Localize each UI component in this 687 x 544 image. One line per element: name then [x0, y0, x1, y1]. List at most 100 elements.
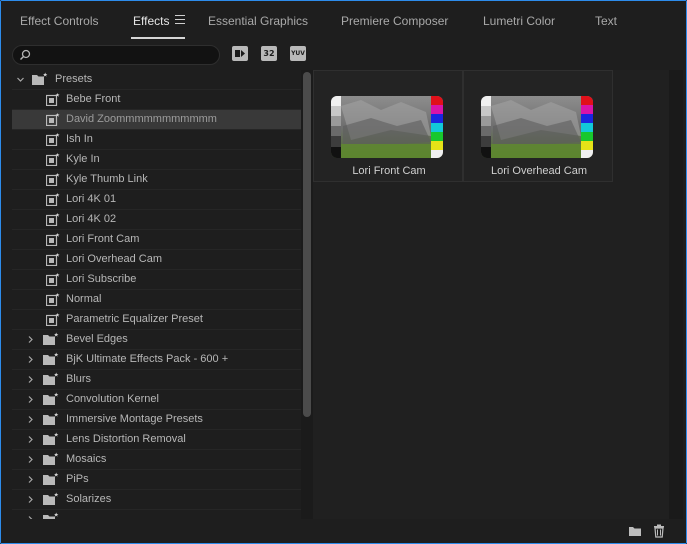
tree-folder-item[interactable]	[12, 510, 301, 519]
tree-preset-item[interactable]: Kyle Thumb Link	[12, 170, 301, 190]
tree-preset-label: Parametric Equalizer Preset	[66, 313, 203, 325]
preview-card-label: Lori Overhead Cam	[491, 165, 587, 177]
tree-preset-item[interactable]: Lori Overhead Cam	[12, 250, 301, 270]
chevron-right-icon[interactable]	[26, 475, 35, 484]
search-icon	[20, 49, 31, 60]
tab-text[interactable]: Text	[595, 14, 617, 28]
preset-icon	[46, 253, 60, 266]
tree-folder-item[interactable]: Blurs	[12, 370, 301, 390]
chevron-right-icon[interactable]	[26, 335, 35, 344]
active-tab-indicator	[131, 37, 185, 39]
preset-icon	[46, 273, 60, 286]
folder-star-icon	[32, 72, 48, 85]
tree-preset-item[interactable]: Lori 4K 02	[12, 210, 301, 230]
tree-preset-item[interactable]: Lori 4K 01	[12, 190, 301, 210]
tree-preset-label: Lori Subscribe	[66, 273, 137, 285]
preset-icon	[46, 153, 60, 166]
tree-folder-label: Mosaics	[66, 453, 107, 465]
tree-preset-item[interactable]: Lori Front Cam	[12, 230, 301, 250]
folder-star-icon	[43, 432, 59, 445]
tree-folder-presets[interactable]: Presets	[12, 70, 301, 90]
preset-icon	[46, 113, 60, 126]
chevron-right-icon[interactable]	[26, 495, 35, 504]
panel-menu-icon[interactable]	[175, 15, 185, 24]
tree-folder-label: Lens Distortion Removal	[66, 433, 186, 445]
panel-footer	[1, 519, 686, 543]
preview-card[interactable]: Lori Front Cam	[313, 70, 463, 182]
tree-folder-item[interactable]: PiPs	[12, 470, 301, 490]
preview-thumbnail	[481, 96, 593, 158]
32-bit-effects-button[interactable]: 32	[261, 46, 277, 61]
preset-icon	[46, 293, 60, 306]
tree-scrollbar[interactable]	[301, 70, 313, 519]
chevron-right-icon[interactable]	[26, 435, 35, 444]
tab-premiere-composer[interactable]: Premiere Composer	[341, 14, 448, 28]
tree-folder-item[interactable]: Convolution Kernel	[12, 390, 301, 410]
tab-essential-graphics[interactable]: Essential Graphics	[208, 14, 308, 28]
tree-preset-item[interactable]: Lori Subscribe	[12, 270, 301, 290]
search-box[interactable]	[12, 45, 220, 65]
chevron-right-icon[interactable]	[26, 455, 35, 464]
accelerated-effects-icon	[235, 50, 245, 57]
tree-preset-item[interactable]: Ish In	[12, 130, 301, 150]
tree-folder-item[interactable]: Lens Distortion Removal	[12, 430, 301, 450]
chevron-right-icon[interactable]	[26, 415, 35, 424]
preview-card[interactable]: Lori Overhead Cam	[463, 70, 613, 182]
chevron-down-icon[interactable]	[16, 75, 25, 84]
chevron-right-icon[interactable]	[26, 355, 35, 364]
preview-scrollbar[interactable]	[669, 70, 683, 519]
tree-preset-label: Ish In	[66, 133, 93, 145]
folder-star-icon	[43, 412, 59, 425]
accelerated-effects-button[interactable]	[232, 46, 248, 61]
tree-folder-label: Convolution Kernel	[66, 393, 159, 405]
preset-icon	[46, 133, 60, 146]
tree-preset-label: Kyle Thumb Link	[66, 173, 148, 185]
tab-bar: Effect Controls Effects Essential Graphi…	[1, 1, 686, 41]
tree-scrollbar-thumb[interactable]	[303, 72, 311, 417]
folder-star-icon	[43, 452, 59, 465]
effects-tree: Presets Bebe Front David Zoommmmmmmmmmm Ish…	[12, 70, 301, 519]
tab-effects[interactable]: Effects	[133, 14, 169, 28]
tree-preset-label: Lori Overhead Cam	[66, 253, 162, 265]
yuv-effects-button[interactable]: YUV	[290, 46, 306, 61]
tree-folder-item[interactable]: BjK Ultimate Effects Pack - 600 +	[12, 350, 301, 370]
folder-star-icon	[43, 492, 59, 505]
tree-folder-item[interactable]: Immersive Montage Presets	[12, 410, 301, 430]
tree-folder-label: Blurs	[66, 373, 92, 385]
chevron-right-icon[interactable]	[26, 395, 35, 404]
search-input[interactable]	[35, 47, 215, 63]
tree-preset-label: Bebe Front	[66, 93, 121, 105]
tree-preset-item[interactable]: Bebe Front	[12, 90, 301, 110]
preview-card-label: Lori Front Cam	[352, 165, 426, 177]
preset-icon	[46, 93, 60, 106]
delete-icon[interactable]	[652, 524, 666, 538]
tree-folder-item[interactable]: Bevel Edges	[12, 330, 301, 350]
new-bin-icon[interactable]	[628, 524, 642, 538]
folder-star-icon	[43, 392, 59, 405]
tree-preset-label: Lori Front Cam	[66, 233, 140, 245]
folder-star-icon	[43, 332, 59, 345]
tree-preset-label: Kyle In	[66, 153, 100, 165]
tree-folder-item[interactable]: Solarizes	[12, 490, 301, 510]
preset-icon	[46, 313, 60, 326]
folder-star-icon	[43, 512, 59, 519]
preset-icon	[46, 233, 60, 246]
chevron-right-icon[interactable]	[26, 375, 35, 384]
tab-effect-controls[interactable]: Effect Controls	[20, 14, 98, 28]
tree-preset-label: Lori 4K 01	[66, 193, 117, 205]
folder-star-icon	[43, 472, 59, 485]
tree-folder-label: BjK Ultimate Effects Pack - 600 +	[66, 353, 229, 365]
tree-preset-item[interactable]: Parametric Equalizer Preset	[12, 310, 301, 330]
tab-lumetri-color[interactable]: Lumetri Color	[483, 14, 555, 28]
tree-folder-label: Presets	[55, 73, 93, 85]
tree-preset-item[interactable]: David Zoommmmmmmmmmm	[12, 110, 301, 130]
tree-preset-item[interactable]: Normal	[12, 290, 301, 310]
preset-preview-pane: Lori Front Cam Lori Overhead Cam	[313, 70, 669, 519]
folder-star-icon	[43, 352, 59, 365]
tree-preset-label: David Zoommmmmmmmmmm	[66, 113, 217, 125]
preset-icon	[46, 173, 60, 186]
tree-folder-label: Solarizes	[66, 493, 112, 505]
tree-preset-item[interactable]: Kyle In	[12, 150, 301, 170]
tree-folder-label: PiPs	[66, 473, 89, 485]
tree-folder-item[interactable]: Mosaics	[12, 450, 301, 470]
